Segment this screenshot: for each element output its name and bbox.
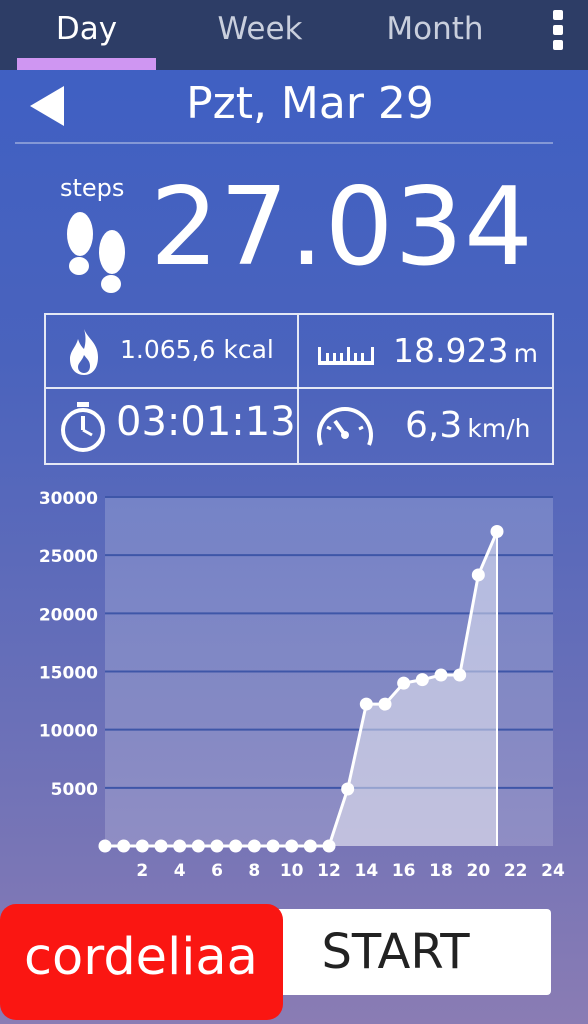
calories-value: 1.065,6 xyxy=(120,335,216,364)
stopwatch-icon xyxy=(61,402,105,452)
calories-unit: kcal xyxy=(223,335,274,364)
speed-cell: 6,3 km/h xyxy=(299,389,552,461)
data-point xyxy=(135,839,149,853)
y-tick-label: 15000 xyxy=(39,664,98,684)
header-divider xyxy=(15,142,553,144)
tab-month[interactable]: Month xyxy=(365,0,505,70)
overflow-menu-icon[interactable] xyxy=(548,10,568,54)
stats-grid: 1.065,6 kcal 18.923 m 03:01:13 6,3 km/h xyxy=(44,313,554,465)
y-tick-label: 25000 xyxy=(39,547,98,567)
data-point xyxy=(266,839,280,853)
ruler-icon xyxy=(318,347,374,365)
speed-value: 6,3 xyxy=(405,405,463,446)
data-point xyxy=(229,839,243,853)
speed-unit: km/h xyxy=(467,414,531,443)
data-point xyxy=(471,568,485,582)
flame-icon xyxy=(70,329,98,375)
data-point xyxy=(210,839,224,853)
watermark-text: cordeliaa xyxy=(24,928,258,987)
distance-cell: 18.923 m xyxy=(299,315,552,387)
y-tick-label: 20000 xyxy=(39,605,98,625)
tab-week[interactable]: Week xyxy=(190,0,330,70)
x-tick-label: 20 xyxy=(466,861,490,880)
data-point xyxy=(378,697,392,711)
data-point xyxy=(117,839,131,853)
data-point xyxy=(191,839,205,853)
steps-count: 27.034 xyxy=(150,165,534,290)
x-tick-label: 24 xyxy=(541,861,565,880)
x-tick-label: 4 xyxy=(174,861,186,880)
tab-bar: Day Week Month xyxy=(0,0,588,70)
x-tick-label: 8 xyxy=(248,861,260,880)
data-point xyxy=(173,839,187,853)
duration-cell: 03:01:13 xyxy=(46,389,297,461)
data-point xyxy=(397,676,411,690)
y-tick-label: 30000 xyxy=(39,489,98,509)
data-point xyxy=(247,839,261,853)
data-point xyxy=(322,839,336,853)
distance-value: 18.923 xyxy=(393,331,509,370)
calories-cell: 1.065,6 kcal xyxy=(46,315,297,387)
speedometer-icon xyxy=(317,407,373,446)
start-button-label: START xyxy=(321,924,470,980)
date-title: Pzt, Mar 29 xyxy=(186,78,434,129)
previous-day-arrow-icon[interactable] xyxy=(30,86,64,126)
x-tick-label: 12 xyxy=(317,861,341,880)
active-tab-indicator xyxy=(17,58,156,70)
steps-label: steps xyxy=(60,174,125,202)
x-tick-label: 2 xyxy=(136,861,148,880)
x-tick-label: 14 xyxy=(354,861,378,880)
data-point xyxy=(490,525,504,539)
data-point xyxy=(303,839,317,853)
x-tick-label: 10 xyxy=(280,861,304,880)
data-point xyxy=(434,668,448,682)
steps-chart: 50001000015000200002500030000 2 4 6 8 10 12 14… xyxy=(39,489,565,880)
x-tick-label: 22 xyxy=(504,861,528,880)
y-tick-label: 10000 xyxy=(39,722,98,742)
watermark-badge: cordeliaa xyxy=(0,904,283,1020)
data-point xyxy=(341,782,355,796)
data-point xyxy=(415,673,429,687)
data-point xyxy=(453,668,467,682)
x-tick-label: 16 xyxy=(392,861,416,880)
data-point xyxy=(285,839,299,853)
distance-unit: m xyxy=(513,339,538,368)
start-button[interactable]: START xyxy=(240,909,551,995)
data-point xyxy=(154,839,168,853)
data-point xyxy=(359,697,373,711)
x-tick-label: 6 xyxy=(211,861,223,880)
data-point xyxy=(98,839,112,853)
y-tick-label: 5000 xyxy=(51,780,98,800)
duration-value: 03:01:13 xyxy=(116,399,296,445)
x-tick-label: 18 xyxy=(429,861,453,880)
footprints-icon xyxy=(67,212,125,293)
